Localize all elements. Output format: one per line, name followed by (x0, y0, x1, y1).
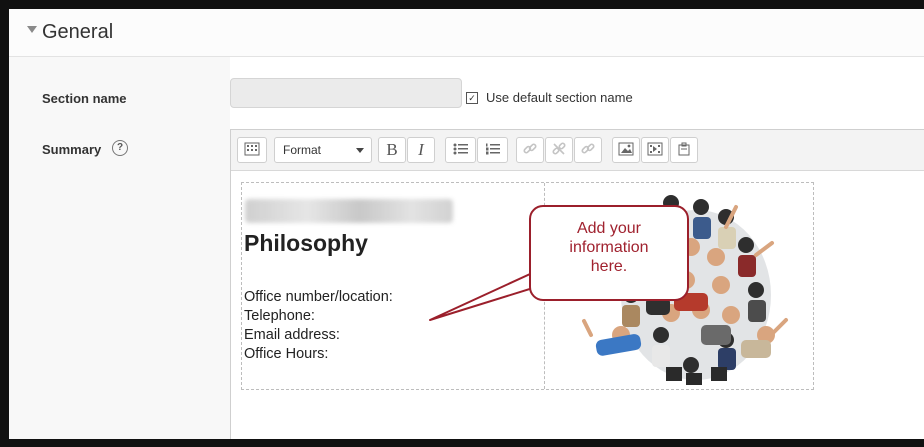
section-name-label: Section name (42, 91, 127, 106)
manage-files-icon[interactable] (670, 137, 698, 163)
ordered-list-icon[interactable] (477, 137, 508, 163)
section-name-input[interactable] (230, 78, 462, 108)
unlink-icon[interactable] (545, 137, 573, 163)
no-link-icon[interactable] (574, 137, 602, 163)
use-default-label[interactable]: Use default section name (486, 90, 633, 105)
bold-icon[interactable]: B (378, 137, 406, 163)
toolbar-toggle-icon[interactable] (237, 137, 267, 163)
section-title: General (42, 21, 114, 43)
course-section-editor: General Section name ✓ Use default secti… (9, 9, 924, 439)
link-icon[interactable] (516, 137, 544, 163)
image-icon[interactable] (612, 137, 640, 163)
callout-line-1: Add your (576, 220, 642, 237)
blurred-instructor-name (245, 199, 453, 223)
instruction-callout: Add your information here. (529, 205, 689, 301)
use-default-checkbox[interactable]: ✓ (466, 92, 478, 104)
content-heading: Philosophy (244, 230, 368, 256)
collapse-chevron-icon[interactable] (27, 26, 37, 33)
chevron-down-icon (356, 148, 364, 153)
format-label: Format (283, 143, 322, 157)
italic-icon[interactable]: I (407, 137, 435, 163)
help-icon[interactable]: ? (112, 140, 128, 156)
media-icon[interactable] (641, 137, 669, 163)
office-location-line: Office number/location: (244, 289, 393, 305)
email-line: Email address: (244, 327, 340, 343)
label-column (9, 57, 230, 439)
telephone-line: Telephone: (244, 308, 315, 324)
editor-toolbar: Format B I (231, 130, 924, 171)
summary-content-table[interactable]: Philosophy Office number/location: Telep… (241, 182, 814, 390)
summary-label: Summary (42, 142, 102, 157)
general-section-header[interactable]: General (9, 9, 924, 57)
office-hours-line: Office Hours: (244, 346, 329, 362)
callout-line-2: information (569, 239, 649, 256)
format-dropdown[interactable]: Format (274, 137, 372, 163)
callout-line-3: here. (590, 258, 628, 275)
unordered-list-icon[interactable] (445, 137, 476, 163)
